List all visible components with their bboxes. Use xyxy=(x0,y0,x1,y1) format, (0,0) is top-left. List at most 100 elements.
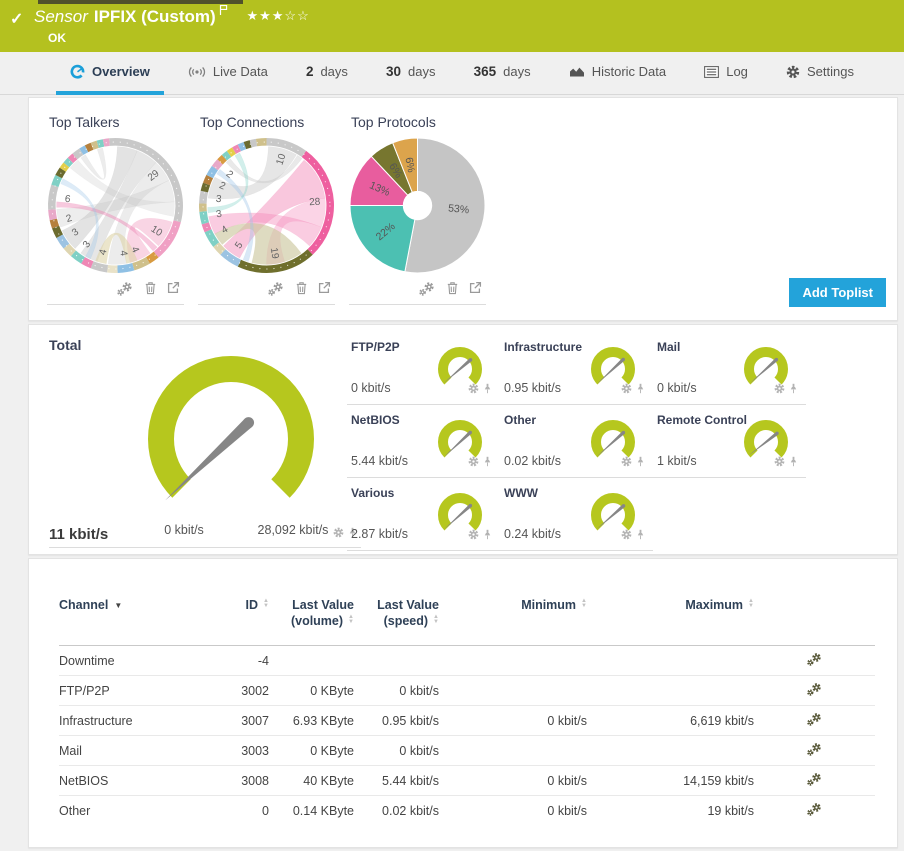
gauge-settings-gear-icon[interactable] xyxy=(774,454,785,472)
channel-settings-gears-icon[interactable] xyxy=(806,712,823,730)
toplist-settings-gears-icon[interactable] xyxy=(267,281,285,297)
tab-settings[interactable]: Settings xyxy=(772,52,868,95)
col-minimum[interactable]: Minimum▲ ▼ xyxy=(439,575,587,646)
table-row[interactable]: FTP/P2P30020 KByte0 kbit/s xyxy=(59,676,875,706)
toplist-delete-icon[interactable] xyxy=(446,281,459,297)
live-data-icon xyxy=(188,65,206,79)
top-connections-chord-chart[interactable]: 102819543322 xyxy=(198,137,335,274)
gauges-panel: Total 0 kbit/s 28,092 kbit/s 11 kbit/s F… xyxy=(28,324,898,555)
toplist-settings-gears-icon[interactable] xyxy=(116,281,134,297)
gauge-settings-gear-icon[interactable] xyxy=(621,454,632,472)
cell-volume: 0.14 KByte xyxy=(269,796,354,826)
cell-max xyxy=(587,736,754,766)
channel-settings-gears-icon[interactable] xyxy=(806,802,823,820)
tab-historic-data[interactable]: Historic Data xyxy=(555,52,680,95)
gauge-pin-icon[interactable] xyxy=(636,527,645,545)
tab-2-days[interactable]: 2 days xyxy=(292,52,362,95)
tab-365-days[interactable]: 365 days xyxy=(460,52,545,95)
gauge-pin-icon[interactable] xyxy=(636,381,645,399)
toplist-top-talkers: Top Talkers 29104443326 xyxy=(47,110,184,305)
gauge-title: Remote Control xyxy=(657,413,747,427)
gauge-settings-gear-icon[interactable] xyxy=(621,527,632,545)
gauge-cell-remote-control: Remote Control1 kbit/s xyxy=(653,405,806,478)
toplist-open-window-icon[interactable] xyxy=(167,281,180,297)
gauge-pin-icon[interactable] xyxy=(789,381,798,399)
gauge-pin-icon[interactable] xyxy=(483,381,492,399)
gauge-value: 2.87 kbit/s xyxy=(351,527,408,541)
cell-max xyxy=(587,646,754,676)
log-icon xyxy=(704,66,719,78)
tab-log[interactable]: Log xyxy=(690,52,762,95)
col-last-value-volume[interactable]: Last Value(volume)▲ ▼ xyxy=(269,575,354,646)
gauge-settings-gear-icon[interactable] xyxy=(468,381,479,399)
sort-icon: ▲ ▼ xyxy=(263,599,269,609)
table-row[interactable]: Mail30030 KByte0 kbit/s xyxy=(59,736,875,766)
col-maximum[interactable]: Maximum▲ ▼ xyxy=(587,575,754,646)
sensor-type-label: Sensor xyxy=(34,7,88,26)
table-row[interactable]: Infrastructure30076.93 KByte0.95 kbit/s0… xyxy=(59,706,875,736)
gauge-pin-icon[interactable] xyxy=(789,454,798,472)
star-filled-icon[interactable]: ★ xyxy=(272,8,285,23)
tab-live-data[interactable]: Live Data xyxy=(174,52,282,95)
sort-icon: ▲ ▼ xyxy=(581,599,587,609)
gauge-cell-netbios: NetBIOS5.44 kbit/s xyxy=(347,405,500,478)
sort-desc-icon: ▼ xyxy=(114,601,122,610)
top-talkers-chord-chart[interactable]: 29104443326 xyxy=(47,137,184,274)
cell-max: 6,619 kbit/s xyxy=(587,706,754,736)
table-row[interactable]: Downtime-4 xyxy=(59,646,875,676)
col-id[interactable]: ID▲ ▼ xyxy=(209,575,269,646)
col-last-value-speed[interactable]: Last Value(speed)▲ ▼ xyxy=(354,575,439,646)
toplist-delete-icon[interactable] xyxy=(144,281,157,297)
flag-icon[interactable] xyxy=(219,1,228,20)
star-filled-icon[interactable]: ★ xyxy=(246,8,259,23)
channel-settings-gears-icon[interactable] xyxy=(806,652,823,670)
cell-id: 0 xyxy=(209,796,269,826)
gauge-value: 0.24 kbit/s xyxy=(504,527,561,541)
gauge-scale-min: 0 kbit/s xyxy=(144,523,224,537)
channel-settings-gears-icon[interactable] xyxy=(806,682,823,700)
gauge-settings-gear-icon[interactable] xyxy=(333,525,344,543)
tab-label: days xyxy=(320,64,347,79)
star-filled-icon[interactable]: ★ xyxy=(259,8,272,23)
channel-settings-gears-icon[interactable] xyxy=(806,772,823,790)
toplist-title: Top Protocols xyxy=(351,114,486,130)
toplist-actions xyxy=(47,281,184,301)
gauge-settings-gear-icon[interactable] xyxy=(774,381,785,399)
cell-actions xyxy=(754,646,875,676)
tab-30-days[interactable]: 30 days xyxy=(372,52,450,95)
channel-settings-gears-icon[interactable] xyxy=(806,742,823,760)
gauge-cell-other: Other0.02 kbit/s xyxy=(500,405,653,478)
gauge-settings-gear-icon[interactable] xyxy=(468,527,479,545)
toplist-title: Top Talkers xyxy=(49,114,184,130)
tab-label: days xyxy=(408,64,435,79)
toplist-delete-icon[interactable] xyxy=(295,281,308,297)
gauge-settings-gear-icon[interactable] xyxy=(621,381,632,399)
svg-text:53%: 53% xyxy=(448,202,471,216)
tab-label: Historic Data xyxy=(592,64,666,79)
svg-text:28: 28 xyxy=(309,197,321,209)
star-empty-icon[interactable]: ☆ xyxy=(284,8,297,23)
gauge-pin-icon[interactable] xyxy=(483,454,492,472)
col-channel[interactable]: Channel▼ xyxy=(59,575,209,646)
cell-volume: 0 KByte xyxy=(269,676,354,706)
add-toplist-button[interactable]: Add Toplist xyxy=(789,278,886,307)
table-row[interactable]: NetBIOS300840 KByte5.44 kbit/s0 kbit/s14… xyxy=(59,766,875,796)
gauge-pin-icon[interactable] xyxy=(636,454,645,472)
gauge-settings-gear-icon[interactable] xyxy=(468,454,479,472)
toplist-open-window-icon[interactable] xyxy=(469,281,482,297)
gauge-value: 0.02 kbit/s xyxy=(504,454,561,468)
gauge-pin-icon[interactable] xyxy=(483,527,492,545)
table-row[interactable]: Other00.14 KByte0.02 kbit/s0 kbit/s19 kb… xyxy=(59,796,875,826)
cell-actions xyxy=(754,706,875,736)
priority-stars[interactable]: ★★★☆☆ xyxy=(246,8,309,23)
cell-channel: FTP/P2P xyxy=(59,676,209,706)
toplists-panel: Top Talkers29104443326Top Connections102… xyxy=(28,97,898,321)
tab-overview[interactable]: Overview xyxy=(56,52,164,95)
star-empty-icon[interactable]: ☆ xyxy=(297,8,310,23)
cell-speed: 5.44 kbit/s xyxy=(354,766,439,796)
toplist-open-window-icon[interactable] xyxy=(318,281,331,297)
toplist-settings-gears-icon[interactable] xyxy=(418,281,436,297)
cell-channel: Other xyxy=(59,796,209,826)
status-check-icon: ✓ xyxy=(10,9,23,29)
protocols-donut-chart[interactable]: 53%22%13%6%6% xyxy=(349,137,486,274)
